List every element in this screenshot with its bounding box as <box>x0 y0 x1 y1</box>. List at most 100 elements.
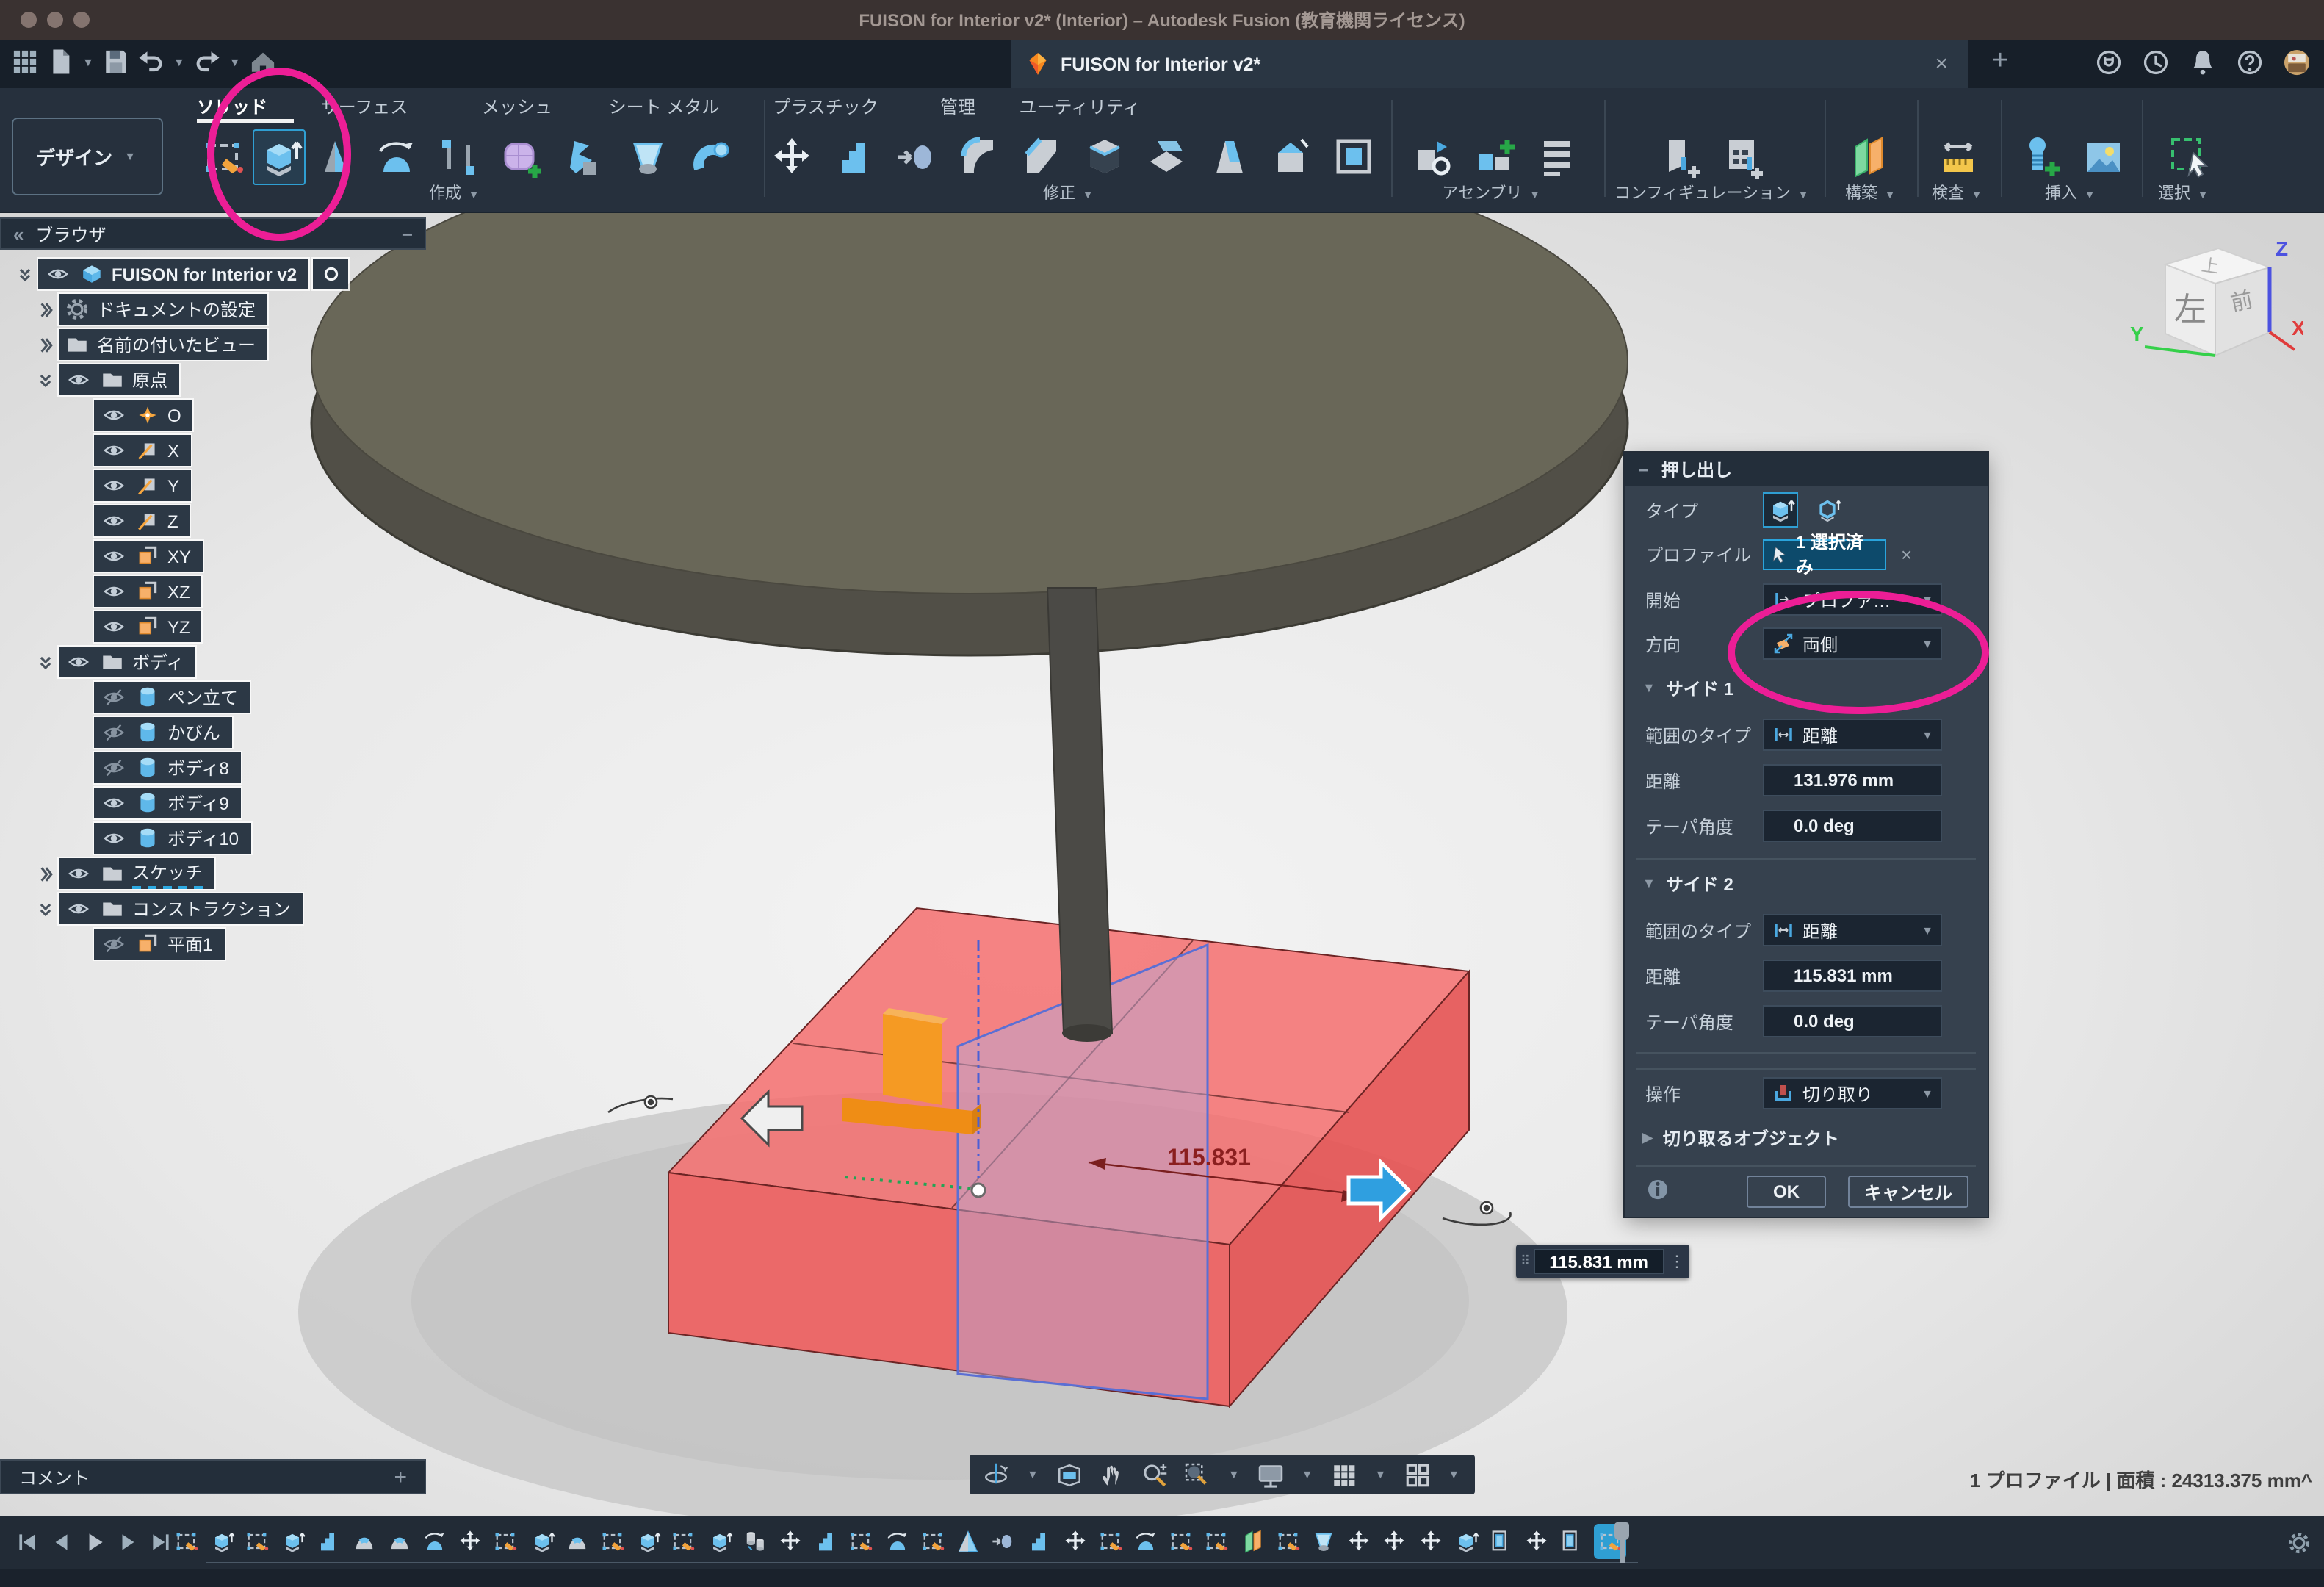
timeline-feature-38[interactable] <box>1487 1527 1515 1555</box>
zoom-window-button[interactable] <box>73 12 90 28</box>
ok-button[interactable]: OK <box>1747 1176 1826 1208</box>
timeline-feature-32[interactable] <box>1274 1527 1302 1555</box>
tree-item-平面1[interactable]: 平面1 <box>94 929 224 960</box>
taper-input-side2[interactable]: 0.0 deg <box>1763 1005 1942 1037</box>
configuration-table-button[interactable] <box>1716 129 1769 185</box>
zoom-icon[interactable] <box>1140 1460 1169 1489</box>
activate-component-radio[interactable] <box>313 259 348 289</box>
step-back-icon[interactable] <box>48 1530 73 1555</box>
timeline-feature-13[interactable] <box>599 1527 627 1555</box>
timeline-feature-20[interactable] <box>848 1527 876 1555</box>
side1-section-header[interactable]: ▼サイド 1 <box>1625 673 1988 702</box>
display-settings-icon[interactable] <box>1256 1460 1285 1489</box>
tree-row-Y[interactable]: Y <box>94 470 191 501</box>
tree-row-YZ[interactable]: YZ <box>94 611 202 642</box>
press-pull-button[interactable] <box>890 129 943 185</box>
tree-item-名前の付いたビュー[interactable]: 名前の付いたビュー <box>59 329 267 360</box>
start-dropdown[interactable]: プロファイル平面 ▼ <box>1763 583 1942 616</box>
tree-row-ボディ8[interactable]: ボディ8 <box>94 752 241 783</box>
ribbon-tab-5[interactable]: プラスチック <box>773 94 878 119</box>
insert-canvas-button[interactable] <box>2077 129 2130 185</box>
tree-row-かびん[interactable]: かびん <box>94 717 232 748</box>
tree-item-かびん[interactable]: かびん <box>94 717 232 748</box>
visibility-on-icon[interactable] <box>100 439 128 461</box>
operation-dropdown[interactable]: 切り取り ▼ <box>1763 1077 1942 1109</box>
app-menu-icon[interactable] <box>9 46 41 78</box>
measure-button[interactable] <box>1932 129 1985 185</box>
tree-item-スケッチ[interactable]: スケッチ <box>59 858 214 889</box>
help-icon[interactable] <box>2234 47 2265 78</box>
cut-objects-section-header[interactable]: ▶切り取るオブジェクト <box>1625 1123 1988 1152</box>
zoom-window-icon[interactable] <box>1183 1460 1212 1489</box>
tree-item-ペン立て[interactable]: ペン立て <box>94 682 250 713</box>
tree-row-ボディ9[interactable]: ボディ9 <box>94 788 241 818</box>
timeline-feature-36[interactable] <box>1416 1527 1444 1555</box>
visibility-on-icon[interactable] <box>65 369 93 391</box>
document-tab[interactable]: FUISON for Interior v2* × <box>1011 40 1968 88</box>
drag-handle-icon[interactable]: ⠿ <box>1520 1253 1529 1270</box>
create-sketch-button[interactable] <box>197 129 250 185</box>
tree-item-コンストラクション[interactable]: コンストラクション <box>59 893 303 924</box>
viewports-icon[interactable] <box>1402 1460 1432 1489</box>
tree-row-スケッチ[interactable]: スケッチ <box>35 858 214 889</box>
combine-button[interactable] <box>827 129 880 185</box>
type-thin-extrude-button[interactable] <box>1810 492 1845 528</box>
timeline-feature-17[interactable] <box>740 1527 768 1555</box>
home-icon[interactable] <box>247 46 279 78</box>
pattern-button[interactable] <box>1328 129 1381 185</box>
chevron-down-icon[interactable]: ▼ <box>1228 1468 1240 1481</box>
timeline-feature-9[interactable] <box>456 1527 484 1555</box>
timeline-feature-4[interactable] <box>278 1527 306 1555</box>
chevron-expanded-icon[interactable] <box>35 370 56 390</box>
timeline-feature-33[interactable] <box>1310 1527 1338 1555</box>
visibility-off-icon[interactable] <box>100 933 128 955</box>
taper-input-side1[interactable]: 0.0 deg <box>1763 810 1942 842</box>
group-label-7[interactable]: 挿入 ▼ <box>2045 181 2098 204</box>
ribbon-tab-4[interactable]: シート メタル <box>609 94 720 119</box>
chevron-collapsed-icon[interactable] <box>35 334 56 355</box>
minimize-browser-icon[interactable]: − <box>402 223 413 245</box>
tree-item-Y[interactable]: Y <box>94 470 191 501</box>
chevron-down-icon[interactable]: ▼ <box>1448 1468 1459 1481</box>
fillet-button[interactable] <box>952 129 1005 185</box>
pipe-button[interactable] <box>685 129 737 185</box>
side2-section-header[interactable]: ▼サイド 2 <box>1625 868 1988 898</box>
visibility-on-icon[interactable] <box>65 863 93 885</box>
tree-item-XY[interactable]: XY <box>94 541 203 572</box>
cancel-button[interactable]: キャンセル <box>1848 1176 1968 1208</box>
group-label-1[interactable]: 作成 ▼ <box>429 181 482 204</box>
chevron-collapsed-icon[interactable] <box>35 299 56 320</box>
extrude-button[interactable] <box>253 129 306 185</box>
timeline-feature-27[interactable] <box>1096 1527 1124 1555</box>
close-tab-button[interactable]: × <box>1929 51 1954 76</box>
table-top[interactable] <box>311 213 1628 655</box>
timeline-feature-18[interactable] <box>776 1527 804 1555</box>
joint-button[interactable] <box>1469 129 1522 185</box>
sweep-button[interactable] <box>370 129 423 185</box>
timeline-feature-5[interactable] <box>314 1527 342 1555</box>
visibility-off-icon[interactable] <box>100 721 128 744</box>
tree-row-O[interactable]: O <box>94 400 193 431</box>
tree-row-原点[interactable]: 原点 <box>35 364 179 395</box>
timeline-feature-37[interactable] <box>1451 1527 1479 1555</box>
tree-item-ボディ10[interactable]: ボディ10 <box>94 823 250 854</box>
close-window-button[interactable] <box>21 12 37 28</box>
visibility-on-icon[interactable] <box>100 510 128 532</box>
tree-row-ドキュメントの設定[interactable]: ドキュメントの設定 <box>35 294 267 325</box>
timeline-feature-11[interactable] <box>527 1527 555 1555</box>
timeline-feature-19[interactable] <box>812 1527 840 1555</box>
ribbon-tab-6[interactable]: 管理 <box>940 94 975 119</box>
visibility-on-icon[interactable] <box>100 475 128 497</box>
shell-button[interactable] <box>1078 129 1131 185</box>
timeline-feature-35[interactable] <box>1381 1527 1409 1555</box>
minimize-window-button[interactable] <box>47 12 63 28</box>
collapse-browser-icon[interactable]: « <box>13 223 24 245</box>
timeline-settings-icon[interactable] <box>2286 1530 2312 1556</box>
notifications-icon[interactable] <box>2187 47 2218 78</box>
timeline-feature-16[interactable] <box>705 1527 733 1555</box>
visibility-on-icon[interactable] <box>44 263 72 285</box>
split-body-button[interactable] <box>1140 129 1193 185</box>
chevron-collapsed-icon[interactable] <box>35 863 56 884</box>
tree-item-FUISON for Interior v2[interactable]: FUISON for Interior v2 <box>38 259 308 289</box>
group-label-6[interactable]: 検査 ▼ <box>1932 181 1985 204</box>
